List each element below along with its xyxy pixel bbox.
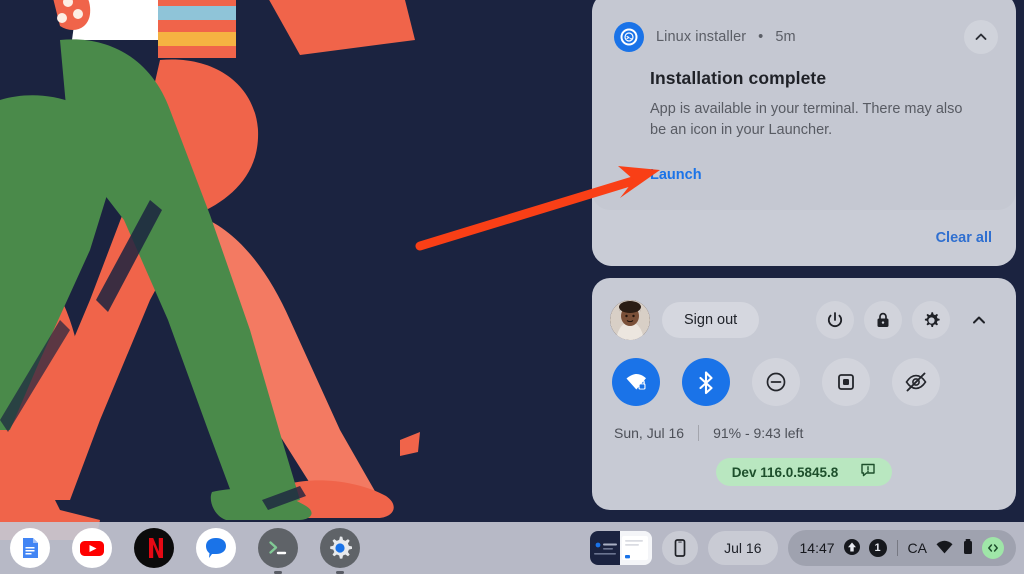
shelf-app-messages[interactable] [196, 528, 236, 568]
notification-footer: Clear all [592, 209, 1016, 266]
notification-count-label: 1 [874, 542, 881, 554]
clear-all-button[interactable]: Clear all [936, 230, 992, 246]
version-pill[interactable]: Dev 116.0.5845.8 [715, 458, 893, 486]
notification-count-badge[interactable]: 1 [868, 539, 887, 557]
feedback-icon[interactable] [860, 462, 876, 483]
shelf: Jul 16 14:47 1 CA [0, 522, 1024, 574]
quick-settings-panel: Sign out Sun, Jul 16 91% - 9:43 left Dev… [592, 278, 1016, 510]
ime-label[interactable]: CA [908, 540, 927, 556]
notification-header: Linux installer • 5m [614, 20, 998, 54]
clock-label: 14:47 [799, 540, 835, 556]
screen-capture-icon[interactable] [822, 358, 870, 406]
phone-hub-icon[interactable] [662, 531, 699, 565]
notification-panel: Linux installer • 5m Installation comple… [592, 0, 1016, 266]
notification-timestamp: 5m [775, 29, 796, 45]
quick-settings-info: Sun, Jul 16 91% - 9:43 left [610, 418, 998, 448]
sign-out-button[interactable]: Sign out [662, 302, 760, 338]
notification-card[interactable]: Linux installer • 5m Installation comple… [592, 0, 1016, 210]
shelf-status-area: Jul 16 14:47 1 CA [590, 530, 1024, 566]
chevron-up-icon[interactable] [960, 301, 998, 339]
notification-body: App is available in your terminal. There… [650, 101, 963, 139]
qs-date-label: Sun, Jul 16 [614, 425, 685, 441]
version-label: Dev 116.0.5845.8 [731, 464, 839, 480]
wifi-locked-icon[interactable] [612, 358, 660, 406]
power-icon[interactable] [816, 301, 854, 339]
quick-settings-toggles [610, 346, 998, 418]
battery-icon[interactable] [962, 538, 974, 559]
info-divider [698, 425, 700, 441]
notification-title: Installation complete [650, 68, 827, 88]
chevron-up-icon[interactable] [964, 20, 998, 54]
quick-settings-header: Sign out [610, 294, 998, 346]
shelf-date-label: Jul 16 [724, 540, 762, 556]
night-light-eye-slash-icon[interactable] [892, 358, 940, 406]
chromeos-desktop: Linux installer • 5m Installation comple… [0, 0, 1024, 574]
wifi-icon[interactable] [935, 539, 954, 558]
shelf-app-settings[interactable] [320, 528, 360, 574]
shelf-date-button[interactable]: Jul 16 [708, 531, 778, 565]
window-preview-thumbnail[interactable] [590, 531, 653, 565]
lock-icon[interactable] [864, 301, 902, 339]
launch-button[interactable]: Launch [650, 167, 702, 183]
shelf-app-terminal[interactable] [258, 528, 298, 574]
bluetooth-icon[interactable] [682, 358, 730, 406]
do-not-disturb-icon[interactable] [752, 358, 800, 406]
system-status-tray[interactable]: 14:47 1 CA [787, 530, 1016, 566]
linux-terminal-icon [614, 22, 644, 52]
shelf-app-docs[interactable] [10, 528, 50, 568]
quick-settings-version-row: Dev 116.0.5845.8 [610, 458, 998, 486]
shelf-app-netflix[interactable] [134, 528, 174, 568]
shelf-app-youtube[interactable] [72, 528, 112, 568]
gear-icon[interactable] [912, 301, 950, 339]
shelf-app-list [0, 528, 360, 574]
user-avatar[interactable] [610, 300, 650, 340]
notification-separator: • [758, 29, 764, 45]
qs-battery-label: 91% - 9:43 left [713, 425, 804, 441]
notification-app-name: Linux installer [656, 29, 747, 45]
status-divider [896, 540, 898, 556]
sign-out-label: Sign out [684, 312, 738, 328]
dev-mode-icon[interactable] [982, 537, 1004, 559]
upload-arrow-icon[interactable] [843, 538, 861, 559]
